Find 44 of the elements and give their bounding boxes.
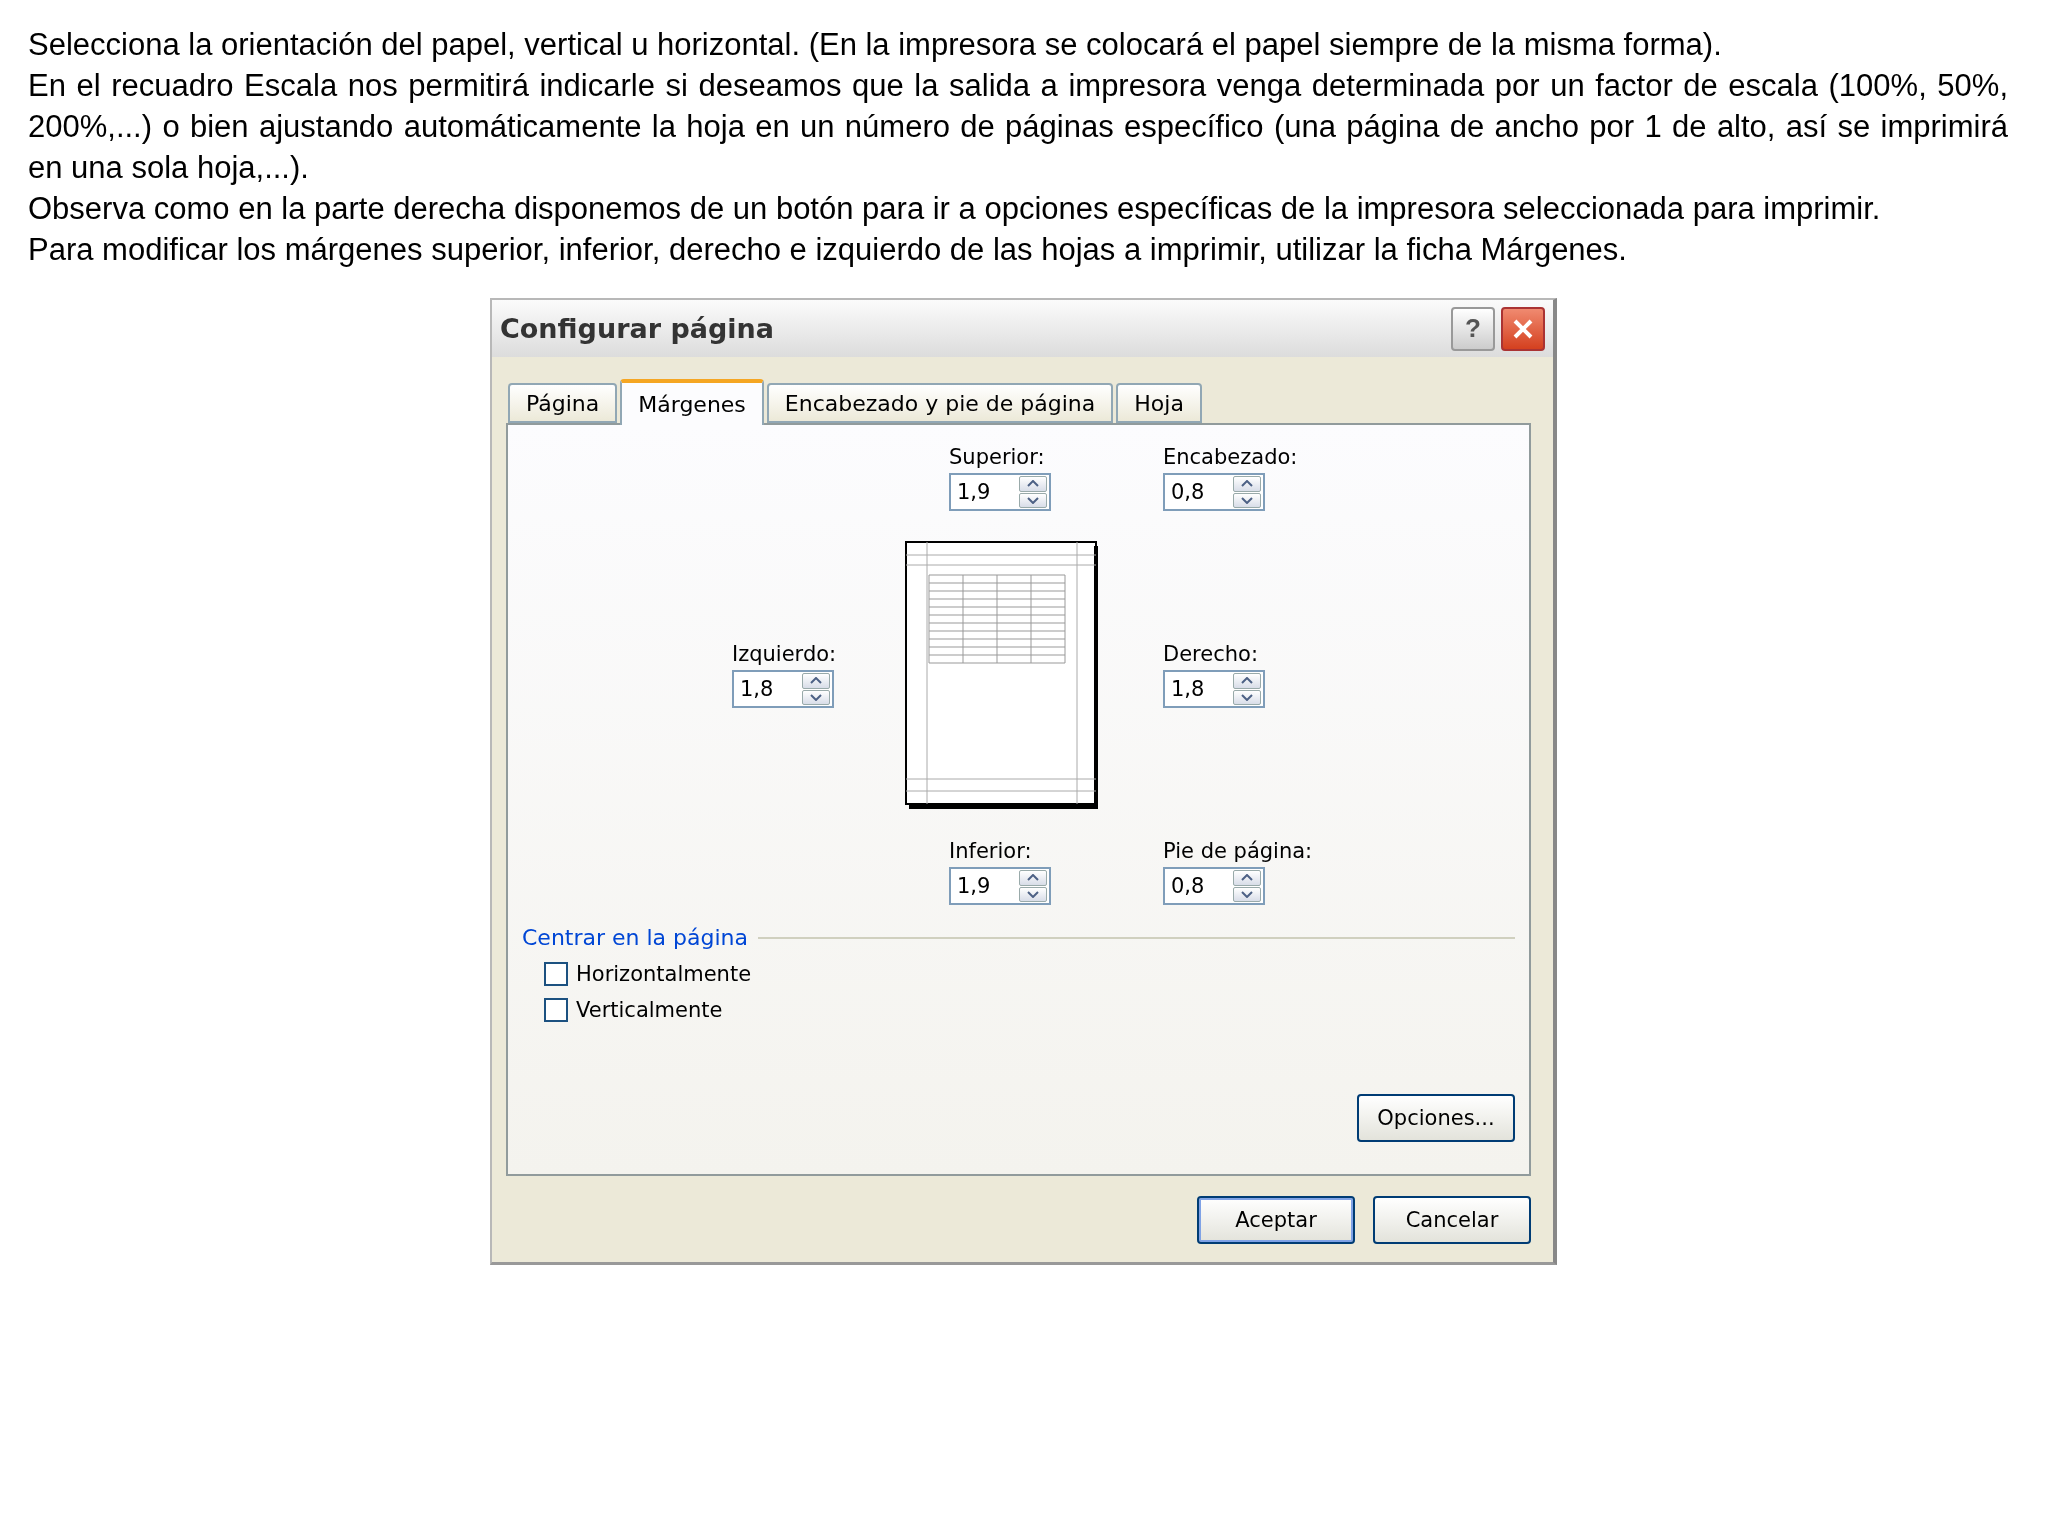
options-button[interactable]: Opciones...: [1357, 1094, 1515, 1142]
spin-field[interactable]: 1,8: [732, 670, 834, 708]
paragraph: Para modificar los márgenes superior, inferior, derecho e izquierdo de las hojas a imprimir, utilizar la ficha Márgenes.: [28, 231, 1628, 269]
tab[interactable]: Márgenes: [620, 379, 764, 425]
paragraph: En el recuadro Escala nos permitirá indicarle si deseamos que la salida a impresora venga determinada por un factor de escala (100%, 50%, 200%,...) o bien ajustando automáticamente la hoja en un número de páginas específico (una página de ancho por 1 de alto, así se imprimirá en una sola hoja,...).: [28, 67, 2008, 187]
spin-down-button[interactable]: [802, 689, 830, 705]
checkbox[interactable]: [544, 962, 568, 986]
spin-up-button[interactable]: [802, 673, 830, 689]
cancel-button[interactable]: Cancelar: [1373, 1196, 1531, 1244]
group-title: Centrar en la página: [522, 925, 749, 950]
field-label: Inferior:: [949, 839, 1033, 863]
spin-up-button[interactable]: [1019, 476, 1047, 492]
spin-down-button[interactable]: [1233, 886, 1261, 902]
checkbox-label: Horizontalmente: [576, 962, 752, 986]
tab[interactable]: Página: [508, 383, 618, 423]
ok-button[interactable]: Aceptar: [1197, 1196, 1355, 1244]
checkbox[interactable]: [544, 998, 568, 1022]
window-title: Configurar página: [500, 313, 775, 344]
field-label: Pie de página:: [1163, 839, 1314, 863]
tab[interactable]: Encabezado y pie de página: [766, 383, 1114, 423]
spin-down-button[interactable]: [1019, 886, 1047, 902]
spin-field[interactable]: 1,9: [949, 867, 1051, 905]
close-icon: [1512, 317, 1534, 340]
field-label: Derecho:: [1163, 642, 1259, 666]
paragraph: Observa como en la parte derecha disponemos de un botón para ir a opciones específicas de la impresora seleccionada para imprimir.: [28, 190, 1882, 228]
checkbox-label: Verticalmente: [576, 998, 723, 1022]
help-button[interactable]: ?: [1451, 306, 1495, 351]
spin-up-button[interactable]: [1019, 870, 1047, 886]
spin-up-button[interactable]: [1233, 476, 1261, 492]
spin-field[interactable]: 0,8: [1163, 473, 1265, 511]
spin-up-button[interactable]: [1233, 870, 1261, 886]
spin-field[interactable]: 1,8: [1163, 670, 1265, 708]
spin-up-button[interactable]: [1233, 673, 1261, 689]
spin-down-button[interactable]: [1019, 492, 1047, 508]
field-label: Superior:: [949, 445, 1046, 469]
paragraph: Selecciona la orientación del papel, vertical u horizontal. (En la impresora se colocará el papel siempre de la misma forma).: [28, 26, 1723, 64]
spin-field[interactable]: 1,9: [949, 473, 1051, 511]
close-button[interactable]: [1501, 306, 1545, 351]
tab[interactable]: Hoja: [1116, 383, 1202, 423]
spin-field[interactable]: 0,8: [1163, 867, 1265, 905]
spin-down-button[interactable]: [1233, 492, 1261, 508]
field-label: Izquierdo:: [732, 642, 838, 666]
spin-down-button[interactable]: [1233, 689, 1261, 705]
field-label: Encabezado:: [1163, 445, 1299, 469]
